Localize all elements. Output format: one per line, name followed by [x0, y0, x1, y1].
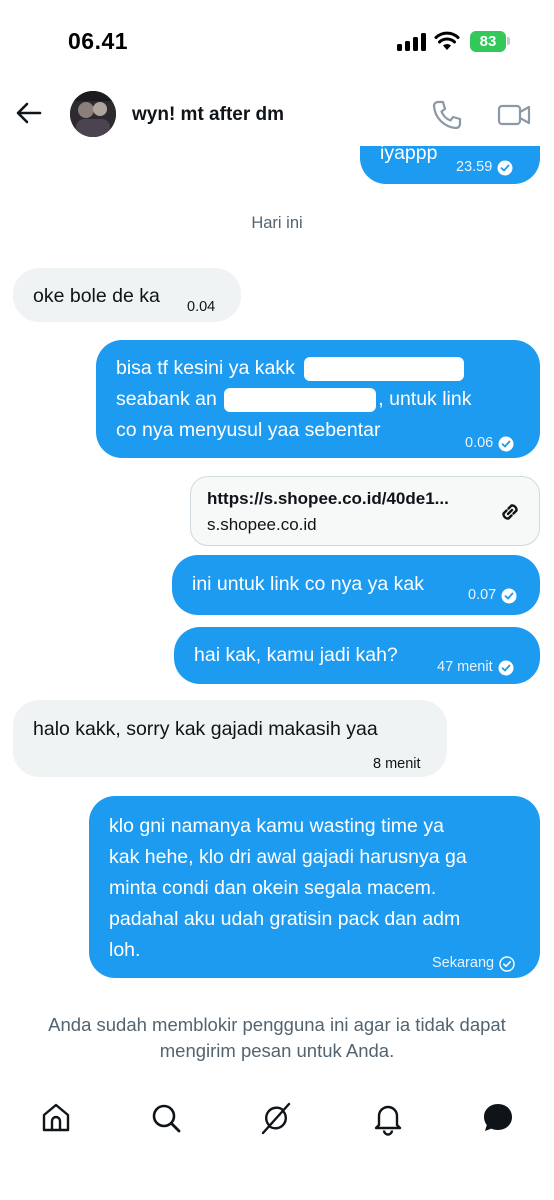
- day-separator: Hari ini: [251, 214, 303, 232]
- redaction-mark: [304, 356, 465, 381]
- status-bar: 06.41 83: [0, 0, 554, 80]
- message-text-line: , untuk link: [378, 388, 472, 410]
- nav-messages[interactable]: [480, 1100, 516, 1136]
- link-icon: [502, 504, 518, 520]
- avatar-image: [70, 91, 116, 137]
- message-sent[interactable]: bisa tf kesini ya kakk seabank an , untu…: [96, 340, 540, 458]
- read-check-icon: [498, 436, 514, 451]
- call-button[interactable]: [430, 98, 464, 132]
- message-meta: 47 menit: [437, 652, 514, 683]
- message-text: halo kakk, sorry kak gajadi makasih yaa: [33, 718, 378, 740]
- message-sent[interactable]: ini untuk link co nya ya kak 0.07: [172, 555, 540, 615]
- message-time: 0.07: [468, 587, 497, 603]
- message-time: 0.06: [465, 435, 494, 451]
- battery-tip: [507, 37, 510, 45]
- message-meta: 23.59: [456, 152, 513, 183]
- link-domain: s.shopee.co.id: [207, 515, 317, 534]
- nav-notifications[interactable]: [370, 1100, 406, 1136]
- messages-icon: [484, 1104, 512, 1131]
- link-preview-card[interactable]: https://s.shopee.co.id/40de1... s.shopee…: [190, 476, 540, 546]
- search-icon: [152, 1104, 181, 1133]
- home-icon: [42, 1103, 70, 1132]
- message-text-line: kak hehe, klo dri awal gajadi harusnya g…: [109, 846, 467, 868]
- message-time: 23.59: [456, 159, 493, 175]
- cellular-signal-icon: [397, 33, 427, 51]
- message-meta: 0.06: [465, 428, 514, 459]
- message-text: hai kak, kamu jadi kah?: [194, 644, 398, 666]
- read-check-icon: [497, 160, 513, 175]
- message-meta: 0.07: [468, 580, 517, 611]
- message-received[interactable]: oke bole de ka 0.04: [13, 268, 241, 322]
- message-text-line: bisa tf kesini ya kakk: [116, 357, 295, 379]
- message-text-line: minta condi dan okein segala macem.: [109, 877, 437, 899]
- message-text: ini untuk link co nya ya kak: [192, 573, 424, 595]
- video-call-button[interactable]: [496, 98, 532, 132]
- avatar[interactable]: [70, 91, 116, 137]
- wifi-icon: [434, 31, 460, 50]
- phone-icon: [432, 100, 462, 130]
- message-sent[interactable]: hai kak, kamu jadi kah? 47 menit: [174, 627, 540, 684]
- message-text-line: co nya menyusul yaa sebentar: [116, 419, 381, 441]
- read-check-icon: [501, 588, 517, 603]
- home-indicator-area: [0, 1150, 554, 1200]
- bottom-navigation: [0, 1090, 554, 1150]
- message-time: 47 menit: [437, 659, 493, 675]
- message-meta: Sekarang: [432, 948, 515, 979]
- message-text-line: klo gni namanya kamu wasting time ya: [109, 815, 444, 837]
- chat-header: wyn! mt after dm: [0, 80, 554, 146]
- nav-grok[interactable]: [258, 1100, 294, 1136]
- message-time: Sekarang: [432, 955, 495, 971]
- video-icon: [497, 104, 531, 126]
- message-text: oke bole de ka: [33, 285, 160, 307]
- message-time: 8 menit: [373, 756, 421, 772]
- blocked-notice: Anda sudah memblokir pengguna ini agar i…: [48, 1014, 506, 1061]
- read-check-icon: [498, 660, 514, 675]
- nav-home[interactable]: [38, 1100, 74, 1136]
- grok-icon: [261, 1102, 291, 1135]
- message-sent[interactable]: klo gni namanya kamu wasting time ya kak…: [89, 796, 540, 978]
- status-time: 06.41: [68, 28, 129, 54]
- battery-indicator: 83: [470, 31, 506, 52]
- message-text-line: padahal aku udah gratisin pack dan adm: [109, 908, 461, 930]
- link-url: https://s.shopee.co.id/40de1...: [207, 489, 449, 508]
- back-button[interactable]: [12, 96, 46, 130]
- sent-check-icon: [499, 955, 515, 972]
- redaction-mark: [224, 387, 377, 412]
- arrow-left-icon: [16, 102, 42, 124]
- message-text-line: seabank an: [116, 388, 217, 410]
- battery-level: 83: [479, 33, 497, 50]
- bell-icon: [374, 1105, 402, 1136]
- conversation-name[interactable]: wyn! mt after dm: [132, 104, 284, 126]
- message-received[interactable]: halo kakk, sorry kak gajadi makasih yaa …: [13, 700, 447, 777]
- message-time: 0.04: [187, 299, 216, 315]
- nav-search[interactable]: [148, 1100, 184, 1136]
